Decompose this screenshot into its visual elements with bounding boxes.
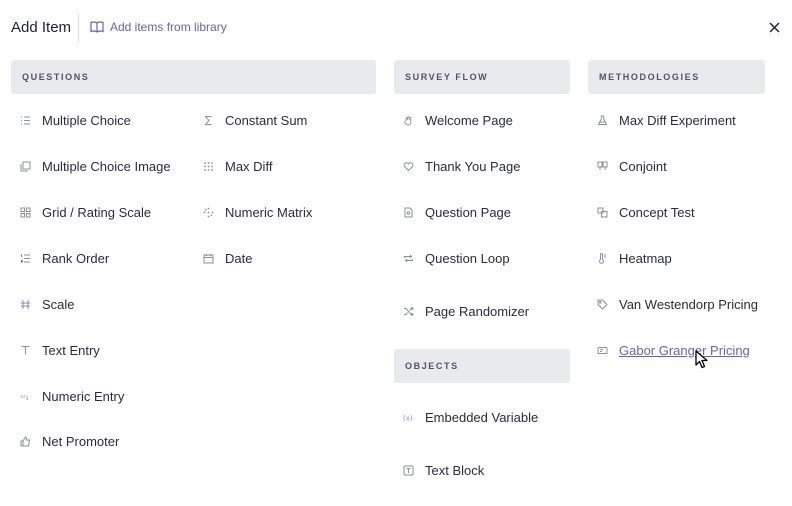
scale-icon [20,299,31,310]
variable-icon: (x) [403,412,414,423]
thumbs-up-icon [20,435,31,447]
close-button[interactable] [766,19,784,37]
svg-text:¹²₃: ¹²₃ [20,394,29,402]
methodologies-section-header: METHODOLOGIES [588,60,765,94]
dialog-title: Add Item [11,19,72,36]
flask-icon [597,115,608,126]
book-icon [90,21,104,33]
item-conjoint[interactable]: Conjoint [597,156,667,176]
item-question-loop[interactable]: Question Loop [403,248,510,268]
dots-grid-icon [203,161,214,172]
sigma-icon [203,115,214,126]
add-from-library-label: Add items from library [110,20,227,34]
heart-icon [403,161,414,172]
conjoint-icon [597,161,608,172]
objects-section-header: OBJECTS [394,349,570,383]
mouse-cursor-icon [695,350,708,369]
text-block-icon [403,465,414,476]
item-welcome-page[interactable]: Welcome Page [403,110,513,130]
item-rank-order[interactable]: Rank Order [20,248,109,268]
text-icon [20,345,31,356]
item-embedded-variable[interactable]: (x) Embedded Variable [403,407,538,427]
item-scale[interactable]: Scale [20,294,75,314]
questions-section-header: QUESTIONS [11,60,376,94]
item-gabor-granger-pricing[interactable]: Gabor Granger Pricing [597,340,750,360]
list-icon [20,115,31,126]
thermometer-icon [597,252,608,264]
close-icon [769,22,780,33]
tag-icon [597,299,608,310]
shuffle-icon [403,306,414,317]
ticket-icon [597,345,608,356]
hand-icon [403,115,414,126]
item-net-promoter[interactable]: Net Promoter [20,431,119,451]
svg-text:(x): (x) [403,414,413,422]
dialog-header: Add Item Add items from library [0,0,792,56]
item-page-randomizer[interactable]: Page Randomizer [403,301,529,321]
item-concept-test[interactable]: Concept Test [597,202,695,222]
item-text-block[interactable]: Text Block [403,460,484,480]
item-numeric-matrix[interactable]: Numeric Matrix [203,202,312,222]
grid-icon [20,207,31,218]
page-icon [403,207,414,218]
header-divider [78,14,79,42]
item-constant-sum[interactable]: Constant Sum [203,110,307,130]
item-van-westendorp-pricing[interactable]: Van Westendorp Pricing [597,294,758,314]
loop-icon [403,253,414,264]
item-max-diff-experiment[interactable]: Max Diff Experiment [597,110,736,130]
calendar-icon [203,253,214,264]
item-multiple-choice[interactable]: Multiple Choice [20,110,131,130]
item-grid-rating-scale[interactable]: Grid / Rating Scale [20,202,151,222]
image-stack-icon [20,161,31,172]
item-text-entry[interactable]: Text Entry [20,340,100,360]
item-heatmap[interactable]: Heatmap [597,248,672,268]
item-multiple-choice-image[interactable]: Multiple Choice Image [20,156,171,176]
add-from-library-link[interactable]: Add items from library [90,20,227,34]
concept-icon [597,207,608,218]
item-numeric-entry[interactable]: ¹²₃ Numeric Entry [20,386,124,406]
item-max-diff[interactable]: Max Diff [203,156,272,176]
item-date[interactable]: Date [203,248,252,268]
item-question-page[interactable]: Question Page [403,202,511,222]
item-thank-you-page[interactable]: Thank You Page [403,156,520,176]
numbers-icon: ¹²₃ [20,391,31,402]
dots-circle-icon [203,207,214,218]
survey-flow-section-header: SURVEY FLOW [394,60,570,94]
ordered-list-icon [20,253,31,264]
